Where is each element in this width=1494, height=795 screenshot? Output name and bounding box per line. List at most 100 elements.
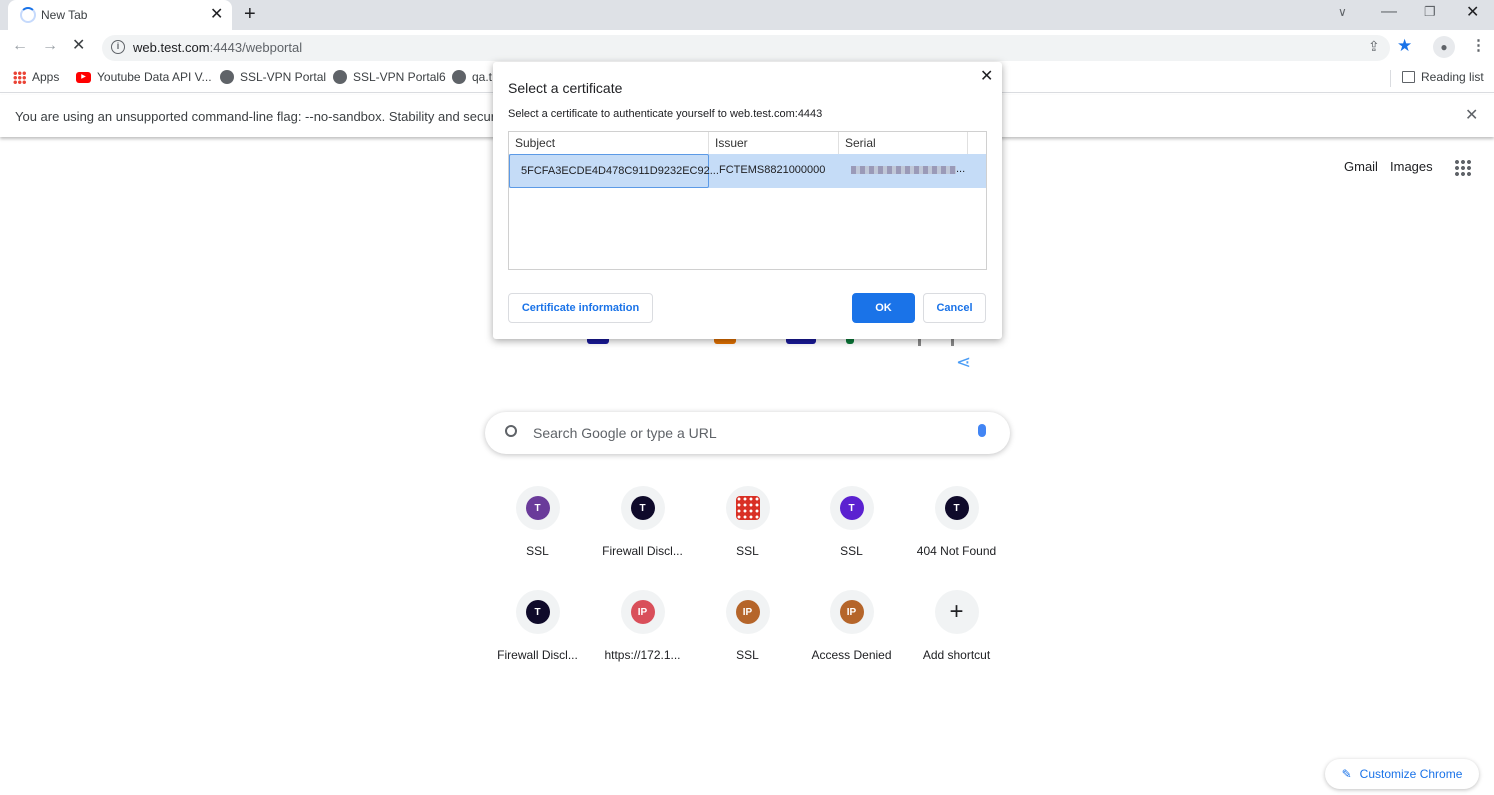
cert-serial-redacted <box>851 166 956 174</box>
bookmark-label: SSL-VPN Portal6 <box>353 70 446 84</box>
search-box[interactable]: Search Google or type a URL <box>485 412 1010 454</box>
shortcut-icon-circle: T <box>515 486 560 530</box>
dialog-subtitle: Select a certificate to authenticate you… <box>508 108 823 120</box>
profile-avatar-icon[interactable]: ● <box>1433 36 1455 58</box>
bookmark-youtube[interactable]: ▶ Youtube Data API V... <box>76 70 212 84</box>
bookmark-ssl-vpn-portal[interactable]: SSL-VPN Portal <box>220 70 326 84</box>
favicon-letter-icon: T <box>525 496 550 520</box>
shortcut-label: Access Denied <box>811 648 892 662</box>
plus-icon: + <box>949 598 964 625</box>
cancel-button[interactable]: Cancel <box>923 293 986 323</box>
shortcut-icon-circle: T <box>620 486 665 530</box>
url-host: web.test.com <box>133 40 210 55</box>
shortcut-tile[interactable]: IP SSL <box>695 590 800 662</box>
shortcut-label: Add shortcut <box>922 648 991 662</box>
back-icon[interactable]: ← <box>12 38 28 54</box>
google-apps-icon[interactable] <box>1454 159 1471 176</box>
menu-icon[interactable]: ⋮ <box>1471 38 1486 53</box>
shortcut-label: SSL <box>736 544 759 558</box>
favicon-letter-icon: IP <box>630 600 655 624</box>
ok-button[interactable]: OK <box>852 293 915 323</box>
new-tab-button[interactable]: + <box>244 3 256 26</box>
gmail-link[interactable]: Gmail <box>1344 159 1378 174</box>
globe-icon <box>333 70 347 84</box>
shortcut-tile[interactable]: SSL <box>695 486 800 558</box>
certificate-information-button[interactable]: Certificate information <box>508 293 653 323</box>
cert-issuer: FCTEMS8821000000 <box>719 164 826 176</box>
favicon-letter-icon: T <box>944 496 969 520</box>
certificate-row[interactable]: 5FCFA3ECDE4D478C911D9232EC92... FCTEMS88… <box>509 154 986 188</box>
shortcut-tile[interactable]: T SSL <box>799 486 904 558</box>
favicon-letter-icon: T <box>630 496 655 520</box>
bookmark-qa[interactable]: qa.t <box>452 70 492 84</box>
shortcut-icon-circle: IP <box>620 590 665 634</box>
cert-serial: ... <box>956 163 966 175</box>
favicon-letter-icon: IP <box>735 600 760 624</box>
infobar-message: You are using an unsupported command-lin… <box>15 109 524 124</box>
tab-search-icon[interactable]: ∨ <box>1338 6 1347 18</box>
favicon-letter-icon: T <box>525 600 550 624</box>
forward-icon[interactable]: → <box>42 38 58 54</box>
bookmark-ssl-vpn-portal6[interactable]: SSL-VPN Portal6 <box>333 70 446 84</box>
shortcut-icon-circle: IP <box>829 590 874 634</box>
column-header-serial[interactable]: Serial <box>839 132 968 154</box>
bookmark-apps[interactable]: Apps <box>13 70 59 84</box>
shortcut-label: Firewall Discl... <box>497 648 578 662</box>
shortcut-icon-circle: T <box>829 486 874 530</box>
certificate-table: Subject Issuer Serial 5FCFA3ECDE4D478C91… <box>508 131 987 270</box>
favicon-letter-icon: T <box>839 496 864 520</box>
close-tab-icon[interactable]: ✕ <box>210 7 223 23</box>
close-window-icon[interactable]: ✕ <box>1466 5 1479 21</box>
youtube-icon: ▶ <box>76 71 91 83</box>
apps-icon <box>13 70 26 84</box>
customize-label: Customize Chrome <box>1359 767 1463 781</box>
info-icon[interactable]: i <box>111 40 125 54</box>
share-icon[interactable]: ⇪ <box>1368 39 1380 53</box>
images-link[interactable]: Images <box>1390 159 1433 174</box>
microphone-icon[interactable] <box>978 424 986 437</box>
reading-list-label: Reading list <box>1421 70 1484 84</box>
reading-list-button[interactable]: Reading list <box>1402 70 1484 84</box>
stop-icon[interactable]: ✕ <box>72 38 85 54</box>
shortcut-icon-circle <box>725 486 770 530</box>
select-certificate-dialog: Select a certificate ✕ Select a certific… <box>493 62 1002 339</box>
reading-list-icon <box>1402 71 1415 83</box>
divider <box>1390 70 1391 87</box>
shortcut-icon-circle: T <box>934 486 979 530</box>
shortcut-tile[interactable]: IP Access Denied <box>799 590 904 662</box>
globe-icon <box>452 70 466 84</box>
address-bar[interactable]: i web.test.com:4443/webportal ⇪ <box>102 35 1390 61</box>
dialog-close-icon[interactable]: ✕ <box>980 69 993 85</box>
url-path: :4443/webportal <box>209 40 303 55</box>
shortcut-label: 404 Not Found <box>916 544 997 558</box>
pencil-icon: ✎ <box>1341 767 1352 781</box>
toolbar: ← → ✕ i web.test.com:4443/webportal ⇪ ★ … <box>0 30 1494 64</box>
shortcut-tile[interactable]: IP https://172.1... <box>590 590 695 662</box>
shortcut-tile[interactable]: T SSL <box>485 486 590 558</box>
shortcut-tile[interactable]: T Firewall Discl... <box>590 486 695 558</box>
shortcut-icon-circle: IP <box>725 590 770 634</box>
shortcut-tile[interactable]: T Firewall Discl... <box>485 590 590 662</box>
bookmark-label: SSL-VPN Portal <box>240 70 327 84</box>
bookmark-star-icon[interactable]: ★ <box>1397 36 1412 56</box>
shortcut-label: https://172.1... <box>604 648 681 662</box>
globe-icon <box>220 70 234 84</box>
shortcut-icon-circle: + <box>934 590 979 634</box>
bookmark-label: Apps <box>32 70 60 84</box>
shortcut-tile[interactable]: T 404 Not Found <box>904 486 1009 558</box>
shortcut-icon-circle: T <box>515 590 560 634</box>
column-header-subject[interactable]: Subject <box>509 132 709 154</box>
fortinet-icon <box>735 496 760 520</box>
add-shortcut-button[interactable]: + Add shortcut <box>904 590 1009 662</box>
infobar-close-icon[interactable]: ✕ <box>1465 108 1478 124</box>
doodle-share-icon[interactable]: ⋖ <box>956 352 971 373</box>
minimize-icon[interactable]: — <box>1381 4 1397 20</box>
column-header-issuer[interactable]: Issuer <box>709 132 839 154</box>
favicon-letter-icon: IP <box>839 600 864 624</box>
cert-subject: 5FCFA3ECDE4D478C911D9232EC92... <box>509 154 719 188</box>
customize-chrome-button[interactable]: ✎ Customize Chrome <box>1325 759 1479 789</box>
bookmark-label: qa.t <box>472 70 493 84</box>
tab-new-tab[interactable]: New Tab ✕ <box>8 0 232 30</box>
shortcut-label: Firewall Discl... <box>602 544 683 558</box>
restore-icon[interactable]: ❐ <box>1424 5 1436 18</box>
